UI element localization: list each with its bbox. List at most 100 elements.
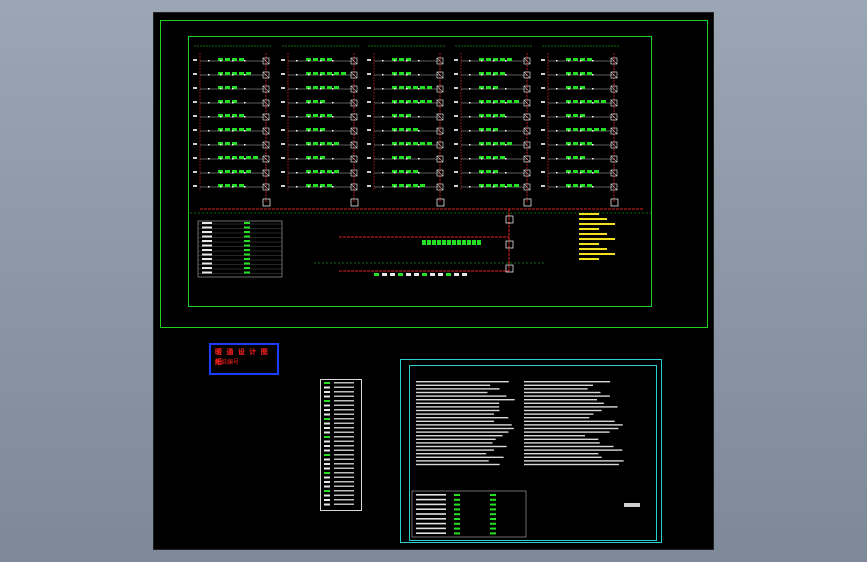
floor-label	[541, 129, 545, 131]
valve-symbol	[481, 88, 483, 90]
valve-symbol	[556, 102, 558, 104]
valve-symbol	[592, 60, 594, 62]
equipment-symbol	[390, 273, 395, 276]
cad-drawing-viewport[interactable]: 暖 通 设 计 图 纸 图纸编号	[154, 13, 713, 549]
valve-symbol	[556, 88, 558, 90]
floor-label	[541, 157, 545, 159]
legend-yellow-text	[579, 258, 599, 260]
legend-yellow-text	[579, 228, 599, 230]
radiator-symbol	[587, 184, 592, 187]
floor-label	[193, 73, 197, 75]
equipment-symbol	[382, 273, 387, 276]
valve-symbol	[208, 60, 210, 62]
radiator-symbol	[313, 184, 318, 187]
legend-text	[202, 267, 212, 269]
valve-symbol	[220, 158, 222, 160]
valve-symbol	[580, 158, 582, 160]
valve-symbol	[406, 186, 408, 188]
legend-text	[202, 249, 212, 251]
valve-symbol	[568, 88, 570, 90]
radiator-symbol	[587, 170, 592, 173]
valve-symbol	[320, 186, 322, 188]
radiator-symbol	[420, 184, 425, 187]
valve-symbol	[406, 116, 408, 118]
pump-symbol	[432, 240, 436, 245]
equipment-symbol	[454, 273, 459, 276]
valve-symbol	[568, 130, 570, 132]
radiator-symbol	[573, 58, 578, 61]
radiator-symbol	[246, 72, 251, 75]
valve-symbol	[493, 116, 495, 118]
radiator-symbol	[239, 156, 244, 159]
valve-symbol	[208, 74, 210, 76]
radiator-symbol	[399, 72, 404, 75]
floor-label	[454, 185, 458, 187]
valve-symbol	[394, 144, 396, 146]
valve-symbol	[332, 130, 334, 132]
valve-symbol	[232, 116, 234, 118]
radiator-symbol	[313, 114, 318, 117]
valve-symbol	[220, 60, 222, 62]
radiator-symbol	[225, 86, 230, 89]
valve-symbol	[505, 144, 507, 146]
valve-symbol	[505, 60, 507, 62]
radiator-symbol	[334, 72, 339, 75]
legend-yellow-text	[579, 243, 599, 245]
valve-symbol	[382, 144, 384, 146]
valve-symbol	[580, 144, 582, 146]
radiator-symbol	[587, 72, 592, 75]
radiator-symbol	[413, 100, 418, 103]
radiator-symbol	[327, 170, 332, 173]
valve-symbol	[418, 60, 420, 62]
valve-symbol	[332, 60, 334, 62]
radiator-symbol	[500, 156, 505, 159]
radiator-symbol	[327, 58, 332, 61]
floor-label	[281, 129, 285, 131]
valve-symbol	[332, 158, 334, 160]
valve-symbol	[244, 74, 246, 76]
floor-label	[367, 185, 371, 187]
radiator-symbol	[239, 184, 244, 187]
radiator-symbol	[399, 128, 404, 131]
valve-symbol	[220, 130, 222, 132]
valve-symbol	[220, 88, 222, 90]
valve-symbol	[592, 186, 594, 188]
valve-symbol	[568, 158, 570, 160]
valve-symbol	[580, 88, 582, 90]
valve-symbol	[394, 60, 396, 62]
valve-symbol	[296, 60, 298, 62]
legend-symbol	[244, 235, 250, 238]
valve-symbol	[493, 60, 495, 62]
valve-symbol	[469, 186, 471, 188]
floor-label	[281, 59, 285, 61]
floor-label	[193, 157, 197, 159]
radiator-symbol	[587, 142, 592, 145]
legend-text	[202, 271, 212, 274]
valve-symbol	[244, 88, 246, 90]
valve-symbol	[232, 130, 234, 132]
legend-text	[202, 262, 212, 265]
legend-yellow-text	[579, 218, 607, 220]
valve-symbol	[332, 172, 334, 174]
valve-symbol	[296, 172, 298, 174]
valve-symbol	[232, 144, 234, 146]
valve-symbol	[406, 144, 408, 146]
valve-symbol	[481, 74, 483, 76]
legend-symbol	[244, 253, 250, 256]
radiator-symbol	[399, 184, 404, 187]
radiator-symbol	[413, 170, 418, 173]
valve-symbol	[320, 158, 322, 160]
valve-symbol	[505, 130, 507, 132]
valve-symbol	[481, 172, 483, 174]
floor-label	[367, 87, 371, 89]
valve-symbol	[568, 102, 570, 104]
legend-symbol	[244, 231, 250, 233]
equipment-symbol	[422, 273, 427, 276]
radiator-symbol	[225, 142, 230, 145]
valve-symbol	[418, 88, 420, 90]
valve-symbol	[244, 172, 246, 174]
radiator-symbol	[486, 114, 491, 117]
valve-symbol	[232, 158, 234, 160]
radiator-symbol	[413, 86, 418, 89]
valve-symbol	[244, 144, 246, 146]
